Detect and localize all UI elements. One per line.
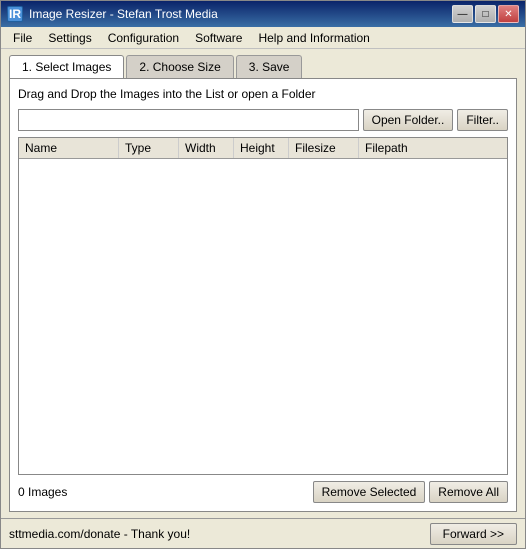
menu-file[interactable]: File	[5, 29, 40, 47]
tab-save[interactable]: 3. Save	[236, 55, 303, 78]
table-header: Name Type Width Height Filesize Filepath	[19, 138, 507, 159]
filter-button[interactable]: Filter..	[457, 109, 508, 131]
tab-bar: 1. Select Images 2. Choose Size 3. Save	[9, 55, 517, 78]
col-filesize: Filesize	[289, 138, 359, 158]
table-body	[19, 159, 507, 359]
title-bar-left: IR Image Resizer - Stefan Trost Media	[7, 6, 218, 22]
menu-software[interactable]: Software	[187, 29, 250, 47]
menu-settings[interactable]: Settings	[40, 29, 99, 47]
minimize-button[interactable]: —	[452, 5, 473, 23]
tab-choose-size[interactable]: 2. Choose Size	[126, 55, 233, 78]
search-row: Open Folder.. Filter..	[18, 109, 508, 131]
menu-bar: File Settings Configuration Software Hel…	[1, 27, 525, 49]
col-name: Name	[19, 138, 119, 158]
main-content: 1. Select Images 2. Choose Size 3. Save …	[1, 49, 525, 518]
window-title: Image Resizer - Stefan Trost Media	[29, 7, 218, 21]
menu-configuration[interactable]: Configuration	[100, 29, 187, 47]
col-width: Width	[179, 138, 234, 158]
maximize-button[interactable]: □	[475, 5, 496, 23]
title-bar-buttons: — □ ✕	[452, 5, 519, 23]
path-input[interactable]	[18, 109, 359, 131]
col-filepath: Filepath	[359, 138, 507, 158]
menu-help[interactable]: Help and Information	[250, 29, 377, 47]
file-table: Name Type Width Height Filesize Filepath	[18, 137, 508, 475]
col-type: Type	[119, 138, 179, 158]
image-count: 0 Images	[18, 485, 309, 499]
title-bar: IR Image Resizer - Stefan Trost Media — …	[1, 1, 525, 27]
col-height: Height	[234, 138, 289, 158]
open-folder-button[interactable]: Open Folder..	[363, 109, 454, 131]
panel-instruction: Drag and Drop the Images into the List o…	[18, 87, 508, 101]
bottom-bar: 0 Images Remove Selected Remove All	[18, 481, 508, 503]
status-bar: sttmedia.com/donate - Thank you! Forward…	[1, 518, 525, 548]
remove-all-button[interactable]: Remove All	[429, 481, 508, 503]
close-button[interactable]: ✕	[498, 5, 519, 23]
tab-select-images[interactable]: 1. Select Images	[9, 55, 124, 78]
panel: Drag and Drop the Images into the List o…	[9, 78, 517, 512]
app-icon: IR	[7, 6, 23, 22]
status-text: sttmedia.com/donate - Thank you!	[9, 527, 190, 541]
remove-selected-button[interactable]: Remove Selected	[313, 481, 426, 503]
main-window: IR Image Resizer - Stefan Trost Media — …	[0, 0, 526, 549]
forward-button[interactable]: Forward >>	[430, 523, 517, 545]
